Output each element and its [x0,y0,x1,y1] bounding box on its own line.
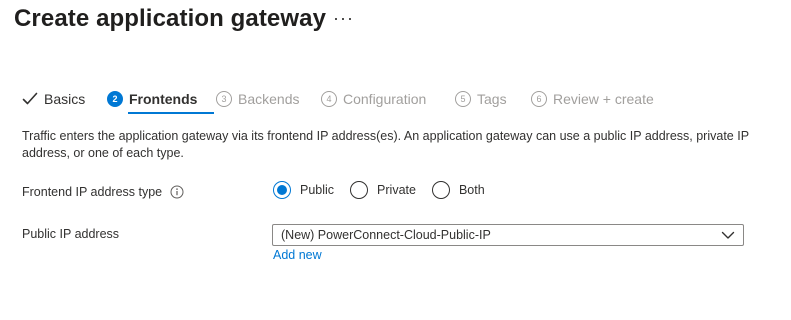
public-ip-address-dropdown[interactable]: (New) PowerConnect-Cloud-Public-IP [272,224,744,246]
info-icon[interactable] [170,185,184,199]
more-options-button[interactable]: ··· [333,8,354,29]
tab-basics[interactable]: Basics [22,88,85,110]
radio-public[interactable]: Public [273,181,334,199]
step-number-badge: 5 [455,91,471,107]
frontend-ip-type-label-text: Frontend IP address type [22,185,163,199]
frontend-ip-type-radio-group: Public Private Both [273,181,501,199]
radio-label: Public [300,183,335,197]
radio-circle[interactable] [431,181,450,199]
tab-review-create[interactable]: 6 Review + create [531,88,654,110]
radio-circle[interactable] [273,181,291,199]
radio-label: Private [377,183,416,197]
tab-frontends[interactable]: 2 Frontends [107,88,197,110]
checkmark-icon [22,92,38,106]
step-number-badge: 3 [216,91,232,107]
tab-configuration[interactable]: 4 Configuration [321,88,426,110]
radio-label: Both [458,183,485,197]
page-title: Create application gateway [14,5,327,32]
radio-private[interactable]: Private [350,181,416,199]
step-number-badge: 4 [321,91,337,107]
add-new-public-ip-link[interactable]: Add new [273,248,322,262]
step-number-badge: 2 [107,91,123,107]
frontend-ip-type-label: Frontend IP address type [22,185,184,199]
tab-label: Basics [44,91,86,107]
radio-circle[interactable] [350,181,369,199]
tab-label: Frontends [129,91,198,107]
radio-both[interactable]: Both [431,181,485,199]
tab-label: Tags [477,91,507,107]
radio-selected-dot [277,185,287,195]
tab-tags[interactable]: 5 Tags [455,88,507,110]
public-ip-address-label: Public IP address [22,227,120,241]
create-application-gateway-page: Create application gateway ··· Basics 2 … [0,0,791,320]
step-number-badge: 6 [531,91,547,107]
tab-backends[interactable]: 3 Backends [216,88,299,110]
active-tab-indicator [128,112,214,114]
dropdown-selected-value: (New) PowerConnect-Cloud-Public-IP [281,228,491,242]
chevron-down-icon [721,228,735,242]
tab-label: Backends [238,91,300,107]
tab-label: Review + create [553,91,654,107]
intro-description: Traffic enters the application gateway v… [22,129,749,160]
tab-label: Configuration [343,91,427,107]
